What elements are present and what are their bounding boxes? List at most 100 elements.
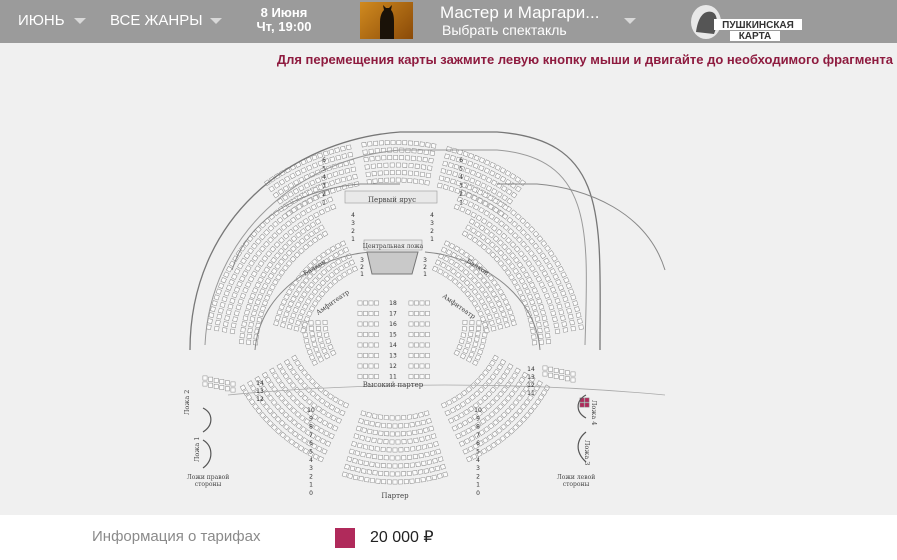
seat[interactable] [353, 433, 360, 440]
seat[interactable] [314, 435, 322, 442]
seat[interactable] [249, 292, 256, 299]
seat[interactable] [524, 245, 531, 253]
seat[interactable] [549, 268, 556, 275]
seat[interactable] [429, 450, 436, 457]
seat[interactable] [320, 408, 327, 416]
chevron-down-icon[interactable] [624, 18, 636, 24]
seat[interactable] [332, 425, 339, 432]
seat[interactable] [538, 333, 544, 339]
seat[interactable] [390, 177, 395, 183]
seat[interactable] [523, 271, 530, 278]
seat[interactable] [348, 448, 355, 455]
seat[interactable] [519, 294, 526, 301]
seat[interactable] [512, 386, 519, 393]
seat[interactable] [231, 273, 238, 280]
seat[interactable] [448, 417, 455, 424]
seat[interactable] [444, 409, 451, 416]
seat[interactable] [565, 370, 570, 376]
seat[interactable] [475, 171, 482, 179]
seat[interactable] [373, 140, 379, 146]
seat[interactable] [247, 380, 254, 387]
seat[interactable] [274, 390, 282, 398]
seat[interactable] [415, 461, 421, 467]
seat[interactable] [584, 402, 590, 408]
seat[interactable] [531, 255, 539, 262]
seat[interactable] [250, 230, 258, 238]
seat[interactable] [384, 431, 390, 437]
seat[interactable] [367, 141, 373, 147]
seat[interactable] [535, 259, 542, 267]
seat[interactable] [278, 258, 285, 266]
seat[interactable] [383, 415, 389, 421]
seat[interactable] [241, 270, 249, 277]
seat[interactable] [409, 478, 415, 484]
seat[interactable] [275, 377, 282, 384]
seat[interactable] [231, 292, 238, 299]
seat[interactable] [460, 389, 468, 397]
seat[interactable] [540, 240, 548, 247]
seat[interactable] [335, 154, 342, 161]
seat[interactable] [302, 277, 310, 284]
seat[interactable] [461, 326, 468, 332]
seat[interactable] [449, 178, 456, 185]
seat[interactable] [520, 403, 527, 411]
seat[interactable] [300, 167, 307, 174]
seat[interactable] [511, 220, 518, 228]
seat[interactable] [239, 275, 246, 282]
seat[interactable] [476, 240, 483, 247]
seat[interactable] [241, 321, 247, 327]
seat[interactable] [271, 267, 278, 275]
seat[interactable] [251, 255, 259, 262]
seat[interactable] [386, 463, 392, 469]
seat[interactable] [538, 265, 545, 272]
seat[interactable] [322, 326, 329, 332]
seat[interactable] [266, 289, 273, 296]
seat[interactable] [363, 419, 370, 426]
seat[interactable] [489, 359, 496, 367]
seat[interactable] [279, 368, 287, 375]
seat[interactable] [325, 411, 332, 419]
seat[interactable] [325, 338, 332, 345]
seat[interactable] [370, 163, 376, 169]
pushkin-card-logo[interactable]: ПУШКИНСКАЯ КАРТА [684, 2, 804, 42]
seat[interactable] [395, 177, 401, 183]
seat[interactable] [456, 422, 464, 429]
seat[interactable] [398, 479, 404, 485]
month-select[interactable]: ИЮНЬ [18, 12, 65, 29]
seat[interactable] [368, 300, 374, 306]
seat[interactable] [267, 394, 274, 402]
seat[interactable] [381, 479, 387, 485]
seat[interactable] [510, 182, 517, 189]
seat[interactable] [483, 210, 490, 217]
seat[interactable] [309, 221, 317, 228]
seat[interactable] [252, 403, 259, 410]
seat[interactable] [274, 403, 282, 411]
seat[interactable] [532, 270, 539, 278]
seat[interactable] [488, 319, 495, 326]
seat[interactable] [296, 286, 303, 293]
seat[interactable] [219, 385, 225, 390]
seat[interactable] [342, 402, 350, 409]
seat[interactable] [511, 279, 518, 286]
seat[interactable] [557, 284, 565, 291]
seat[interactable] [419, 141, 425, 147]
seat[interactable] [466, 455, 473, 463]
seat[interactable] [412, 413, 419, 419]
seat[interactable] [267, 272, 275, 280]
seat[interactable] [303, 234, 311, 241]
seat[interactable] [567, 313, 574, 320]
seat[interactable] [374, 342, 379, 348]
seat[interactable] [407, 170, 413, 176]
seat[interactable] [553, 322, 560, 329]
seat[interactable] [465, 427, 472, 434]
seat[interactable] [502, 298, 510, 306]
seat[interactable] [371, 453, 378, 460]
seat[interactable] [526, 276, 533, 284]
seat[interactable] [316, 233, 324, 241]
seat[interactable] [271, 424, 278, 431]
seat[interactable] [478, 224, 486, 232]
seat[interactable] [536, 235, 544, 242]
seat[interactable] [314, 218, 322, 225]
seat[interactable] [242, 287, 249, 294]
seat[interactable] [345, 144, 352, 151]
